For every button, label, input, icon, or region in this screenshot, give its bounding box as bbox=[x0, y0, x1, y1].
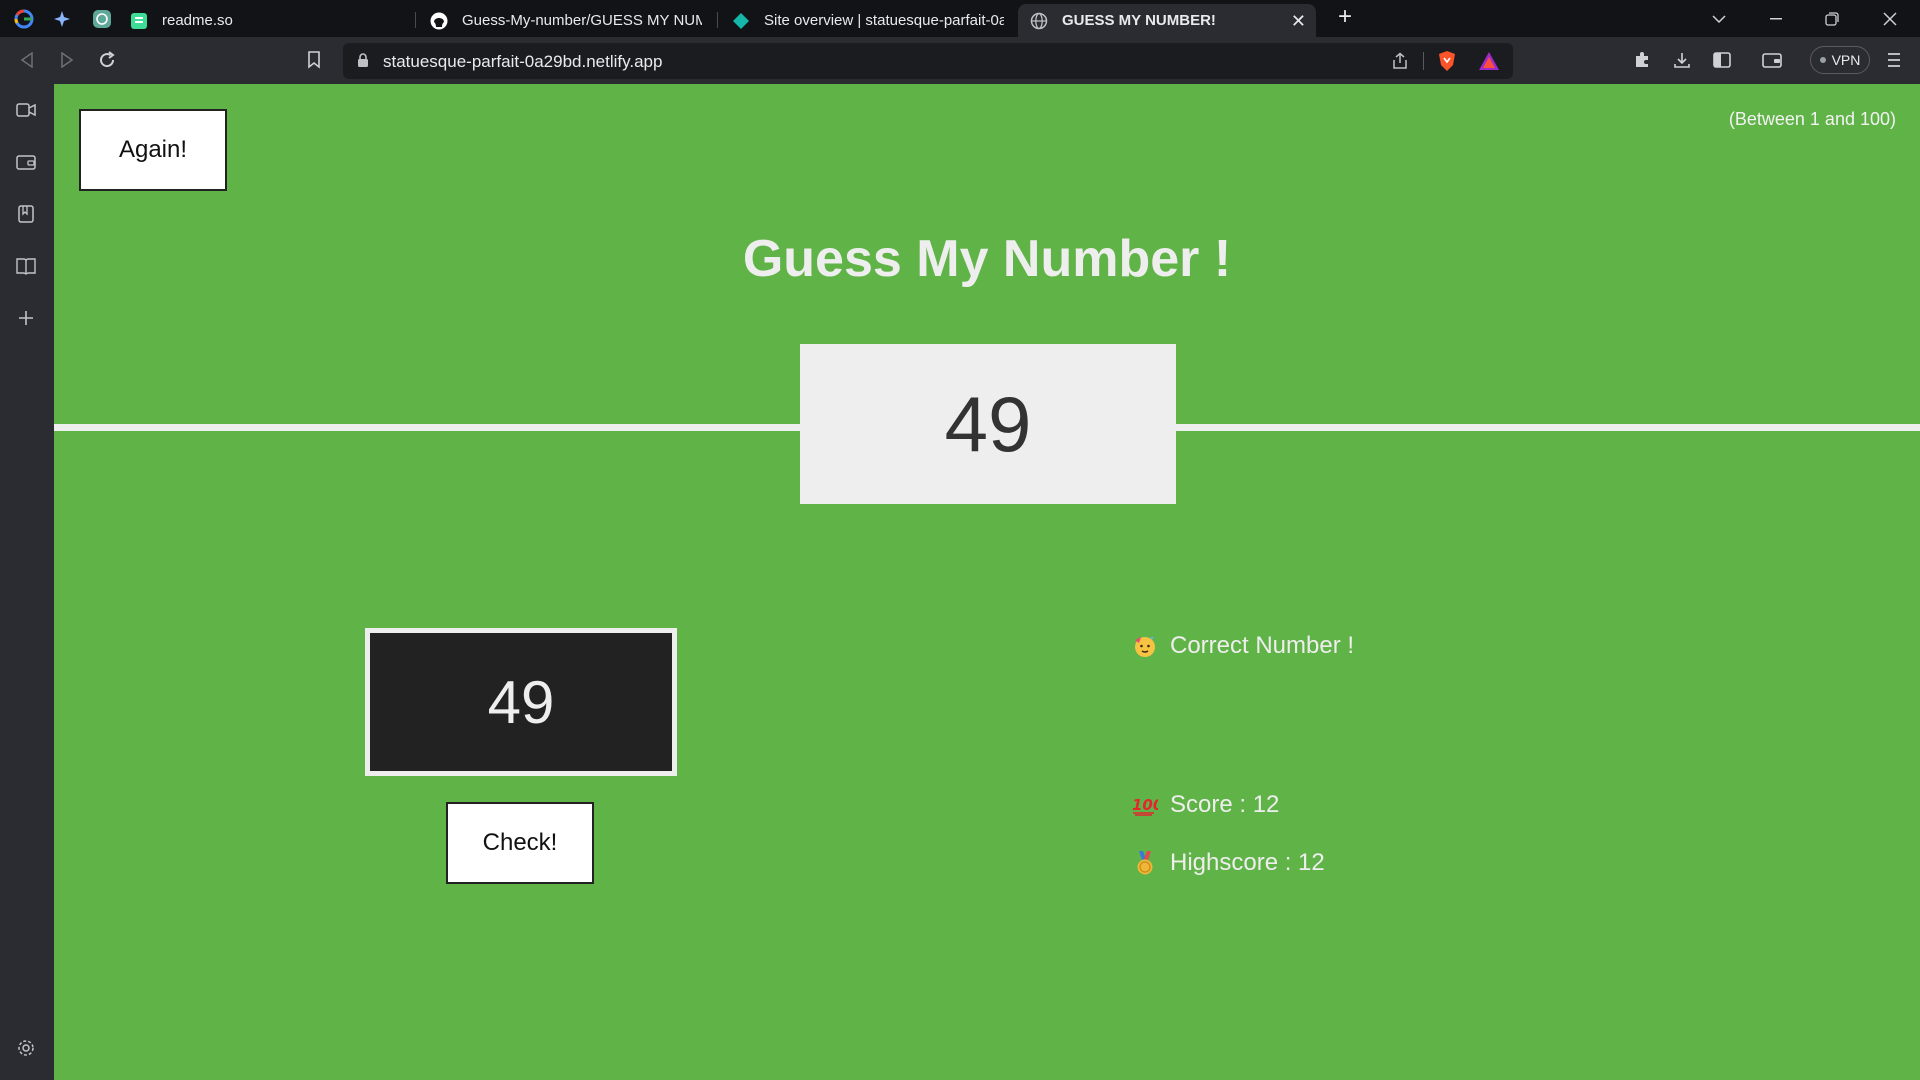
party-face-icon bbox=[1132, 633, 1158, 659]
chatgpt-icon[interactable] bbox=[89, 6, 115, 32]
bookmarks-icon[interactable] bbox=[14, 202, 38, 226]
netlify-icon bbox=[732, 12, 750, 30]
page-title: Guess My Number ! bbox=[742, 230, 1232, 288]
message-text: Correct Number ! bbox=[1170, 632, 1355, 659]
vpn-status-dot bbox=[1819, 57, 1826, 63]
svg-text:100: 100 bbox=[1132, 796, 1158, 814]
medal-icon bbox=[1132, 850, 1158, 876]
tab-title: GUESS MY NUMBER! bbox=[1062, 12, 1216, 29]
sidebar-toggle-icon[interactable] bbox=[1710, 48, 1734, 72]
bookmark-icon[interactable] bbox=[302, 48, 326, 72]
tab-github[interactable]: Guess-My-number/GUESS MY NUMBE bbox=[418, 4, 714, 37]
tab-readme[interactable]: readme.so bbox=[118, 4, 412, 37]
message: Correct Number ! bbox=[1132, 632, 1354, 660]
extensions-icon[interactable] bbox=[1630, 48, 1654, 72]
browser-toolbar: statuesque-parfait-0a29bd.netlify.app VP… bbox=[0, 37, 1920, 84]
video-call-icon[interactable] bbox=[14, 98, 38, 122]
github-icon bbox=[430, 12, 448, 30]
game-page: Again! (Between 1 and 100) Guess My Numb… bbox=[54, 84, 1920, 1080]
back-icon[interactable] bbox=[15, 48, 39, 72]
reading-list-icon[interactable] bbox=[14, 254, 38, 278]
vpn-button[interactable]: VPN bbox=[1810, 46, 1870, 74]
tab-strip: readme.so Guess-My-number/GUESS MY NUMBE… bbox=[0, 0, 1920, 37]
minimize-icon[interactable] bbox=[1754, 4, 1798, 34]
check-button[interactable]: Check! bbox=[446, 802, 594, 884]
tab-search-chevron-icon[interactable] bbox=[1697, 4, 1741, 34]
browser-sidebar bbox=[0, 84, 54, 1080]
sidebar-settings-icon[interactable] bbox=[14, 1036, 38, 1060]
tab-netlify[interactable]: Site overview | statuesque-parfait-0a2 bbox=[720, 4, 1016, 37]
reload-icon[interactable] bbox=[95, 48, 119, 72]
wallet-icon[interactable] bbox=[1760, 48, 1784, 72]
url-text: statuesque-parfait-0a29bd.netlify.app bbox=[383, 52, 663, 71]
brave-shields-icon[interactable] bbox=[1437, 50, 1457, 77]
secret-number: 49 bbox=[800, 344, 1176, 504]
wallet-sidebar-icon[interactable] bbox=[14, 150, 38, 174]
lock-icon bbox=[357, 53, 369, 73]
vpn-label: VPN bbox=[1831, 52, 1861, 68]
tab-title: Site overview | statuesque-parfait-0a2 bbox=[764, 12, 1004, 29]
range-hint: (Between 1 and 100) bbox=[1728, 109, 1896, 129]
brave-rewards-icon[interactable] bbox=[1478, 51, 1500, 76]
again-button[interactable]: Again! bbox=[79, 109, 227, 191]
highscore-text: Highscore : 12 bbox=[1170, 849, 1325, 876]
google-icon[interactable] bbox=[11, 6, 37, 32]
menu-icon[interactable] bbox=[1882, 48, 1906, 72]
globe-icon bbox=[1030, 12, 1048, 30]
add-panel-icon[interactable] bbox=[14, 306, 38, 330]
score-text: Score : 12 bbox=[1170, 791, 1280, 818]
forward-icon[interactable] bbox=[55, 48, 79, 72]
close-tab-icon[interactable]: ✕ bbox=[1291, 11, 1306, 32]
tab-title: readme.so bbox=[162, 12, 233, 29]
address-bar[interactable]: statuesque-parfait-0a29bd.netlify.app bbox=[343, 43, 1513, 79]
readme-favicon bbox=[130, 12, 148, 30]
tab-title: Guess-My-number/GUESS MY NUMBE bbox=[462, 12, 702, 29]
hundred-points-icon: 100 bbox=[1132, 792, 1158, 818]
score: 100 Score : 12 bbox=[1132, 791, 1279, 819]
guess-input[interactable]: 49 bbox=[365, 628, 677, 776]
tab-guess-my-number[interactable]: GUESS MY NUMBER! ✕ bbox=[1018, 4, 1316, 37]
new-tab-icon[interactable]: + bbox=[1332, 5, 1358, 31]
restore-icon[interactable] bbox=[1810, 4, 1854, 34]
highscore: Highscore : 12 bbox=[1132, 849, 1325, 877]
download-icon[interactable] bbox=[1670, 48, 1694, 72]
share-icon[interactable] bbox=[1391, 52, 1409, 75]
close-window-icon[interactable] bbox=[1868, 4, 1912, 34]
sparkle-icon[interactable] bbox=[50, 6, 76, 32]
